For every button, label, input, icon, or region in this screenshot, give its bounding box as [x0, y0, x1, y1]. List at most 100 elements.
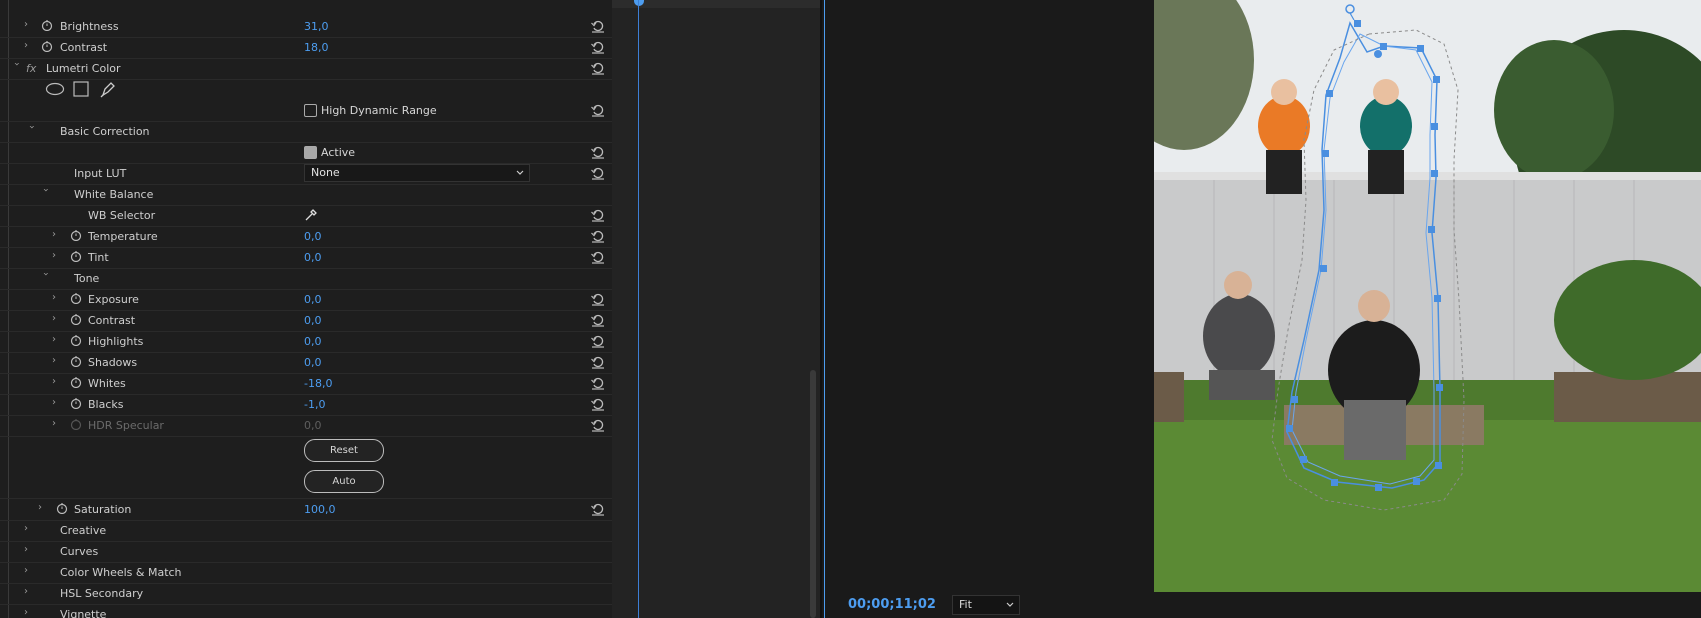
param-label: Shadows: [88, 356, 138, 369]
chevron-right-icon[interactable]: ›: [52, 250, 62, 262]
input-lut-dropdown[interactable]: None: [304, 164, 530, 182]
reset-icon[interactable]: [590, 501, 606, 517]
stopwatch-icon[interactable]: [70, 313, 82, 325]
param-label: Input LUT: [74, 167, 127, 180]
chevron-right-icon[interactable]: ›: [24, 40, 34, 52]
stopwatch-icon[interactable]: [70, 334, 82, 346]
reset-icon[interactable]: [590, 333, 606, 349]
stopwatch-icon[interactable]: [70, 229, 82, 241]
video-frame[interactable]: [1154, 0, 1701, 592]
fx-icon: fx: [26, 62, 37, 75]
reset-icon[interactable]: [590, 102, 606, 118]
chevron-right-icon[interactable]: ›: [52, 397, 62, 409]
param-value[interactable]: 18,0: [304, 41, 329, 54]
reset-icon[interactable]: [590, 39, 606, 55]
chevron-right-icon[interactable]: ›: [52, 292, 62, 304]
section-vignette[interactable]: › Vignette: [0, 604, 612, 618]
section-label: Basic Correction: [60, 125, 150, 138]
section-curves[interactable]: › Curves: [0, 541, 612, 563]
zoom-value: Fit: [959, 598, 972, 611]
reset-button[interactable]: Reset: [304, 439, 384, 462]
chevron-down-icon[interactable]: ›: [25, 125, 37, 135]
panel-focus-border: [824, 0, 825, 618]
active-checkbox[interactable]: [304, 146, 317, 159]
effect-controls-panel: › Brightness 31,0 › Contrast 18,0 › fx L…: [0, 0, 612, 618]
stopwatch-icon[interactable]: [56, 502, 68, 514]
param-value[interactable]: 0,0: [304, 293, 322, 306]
param-value[interactable]: 0,0: [304, 356, 322, 369]
stopwatch-icon[interactable]: [41, 40, 53, 52]
param-value[interactable]: 100,0: [304, 503, 336, 516]
chevron-right-icon[interactable]: ›: [24, 523, 34, 535]
chevron-right-icon[interactable]: ›: [24, 607, 34, 618]
playhead-line[interactable]: [638, 0, 639, 618]
param-value: 0,0: [304, 419, 322, 432]
param-value[interactable]: 31,0: [304, 20, 329, 33]
chevron-right-icon[interactable]: ›: [52, 355, 62, 367]
stopwatch-icon[interactable]: [70, 376, 82, 388]
stopwatch-icon[interactable]: [41, 19, 53, 31]
chevron-right-icon[interactable]: ›: [24, 544, 34, 556]
rectangle-mask-icon[interactable]: [73, 81, 89, 97]
param-value[interactable]: 0,0: [304, 314, 322, 327]
reset-icon[interactable]: [590, 60, 606, 76]
section-label: Curves: [60, 545, 99, 558]
param-value[interactable]: 0,0: [304, 251, 322, 264]
effect-timeline[interactable]: [612, 0, 822, 618]
chevron-right-icon[interactable]: ›: [38, 502, 48, 514]
chevron-right-icon[interactable]: ›: [24, 19, 34, 31]
chevron-down-icon[interactable]: ›: [39, 188, 51, 198]
chevron-right-icon[interactable]: ›: [52, 229, 62, 241]
stopwatch-icon[interactable]: [70, 250, 82, 262]
chevron-down-icon[interactable]: ›: [10, 62, 22, 72]
section-hsl-secondary[interactable]: › HSL Secondary: [0, 583, 612, 605]
section-color-wheels[interactable]: › Color Wheels & Match: [0, 562, 612, 584]
eyedropper-icon[interactable]: [304, 208, 318, 222]
input-lut-row: Input LUT None: [0, 163, 612, 185]
scrollbar-thumb[interactable]: [810, 370, 816, 618]
hdr-row: High Dynamic Range: [0, 100, 612, 122]
hdr-checkbox[interactable]: [304, 104, 317, 117]
reset-icon[interactable]: [590, 249, 606, 265]
reset-icon[interactable]: [590, 18, 606, 34]
param-value[interactable]: 0,0: [304, 335, 322, 348]
reset-icon[interactable]: [590, 396, 606, 412]
param-value[interactable]: -1,0: [304, 398, 325, 411]
hdr-specular-row: › HDR Specular 0,0: [0, 415, 612, 437]
param-value[interactable]: 0,0: [304, 230, 322, 243]
stopwatch-icon: [70, 419, 82, 430]
stopwatch-icon[interactable]: [70, 397, 82, 409]
param-value[interactable]: -18,0: [304, 377, 332, 390]
section-creative[interactable]: › Creative: [0, 520, 612, 542]
reset-icon[interactable]: [590, 375, 606, 391]
white-balance-row: › White Balance: [0, 184, 612, 206]
reset-icon[interactable]: [590, 207, 606, 223]
reset-icon[interactable]: [590, 312, 606, 328]
pen-mask-icon[interactable]: [100, 80, 116, 98]
stopwatch-icon[interactable]: [70, 292, 82, 304]
reset-icon[interactable]: [590, 228, 606, 244]
chevron-down-icon[interactable]: ›: [39, 272, 51, 282]
ellipse-mask-icon[interactable]: [45, 82, 65, 96]
stopwatch-icon[interactable]: [70, 355, 82, 367]
chevron-right-icon[interactable]: ›: [52, 334, 62, 346]
chevron-right-icon[interactable]: ›: [24, 565, 34, 577]
dropdown-value: None: [311, 166, 340, 179]
auto-button[interactable]: Auto: [304, 470, 384, 493]
reset-icon[interactable]: [590, 291, 606, 307]
param-label: Whites: [88, 377, 126, 390]
active-label: Active: [321, 146, 356, 159]
chevron-right-icon[interactable]: ›: [52, 418, 62, 430]
reset-icon[interactable]: [590, 417, 606, 433]
reset-icon[interactable]: [590, 165, 606, 181]
chevron-right-icon[interactable]: ›: [24, 586, 34, 598]
chevron-right-icon[interactable]: ›: [52, 313, 62, 325]
reset-icon[interactable]: [590, 354, 606, 370]
section-label: Tone: [74, 272, 100, 285]
highlights-row: › Highlights 0,0: [0, 331, 612, 353]
chevron-right-icon[interactable]: ›: [52, 376, 62, 388]
timecode-display[interactable]: 00;00;11;02: [848, 597, 936, 612]
section-label: Creative: [60, 524, 107, 537]
zoom-fit-dropdown[interactable]: Fit: [952, 595, 1020, 615]
reset-icon[interactable]: [590, 144, 606, 160]
